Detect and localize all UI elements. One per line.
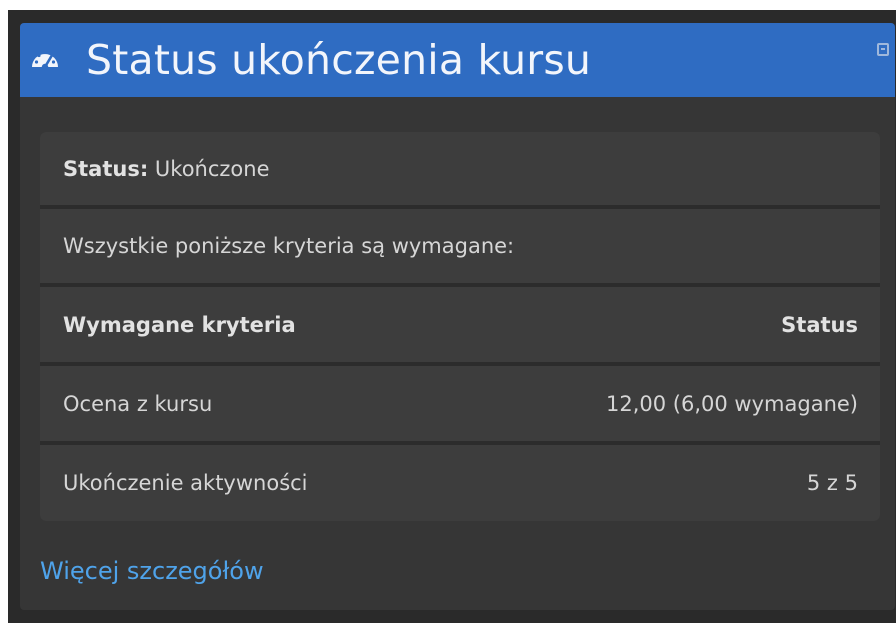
- status-column-header: Status: [781, 312, 858, 337]
- table-row: Ukończenie aktywności 5 z 5: [40, 445, 880, 521]
- requirement-note-row: Wszystkie poniższe kryteria są wymagane:: [40, 209, 880, 283]
- dashboard-gauge-icon: [29, 43, 61, 75]
- table-row: Ocena z kursu 12,00 (6,00 wymagane): [40, 366, 880, 441]
- criterion-name: Ukończenie aktywności: [63, 471, 308, 495]
- criterion-status: 5 z 5: [806, 471, 858, 495]
- status-text: Status: Ukończone: [63, 157, 270, 181]
- criterion-status: 12,00 (6,00 wymagane): [606, 391, 858, 416]
- more-details-link[interactable]: Więcej szczegółów: [40, 557, 264, 585]
- completion-criteria-table: Status: Ukończone Wszystkie poniższe kry…: [40, 132, 880, 521]
- status-row: Status: Ukończone: [40, 132, 880, 205]
- course-completion-status-block: Status ukończenia kursu Status: Ukończon…: [20, 23, 895, 610]
- criteria-column-header: Wymagane kryteria: [63, 312, 296, 337]
- collapse-minus-icon[interactable]: [877, 43, 889, 56]
- table-header-row: Wymagane kryteria Status: [40, 287, 880, 362]
- status-value: Ukończone: [154, 156, 270, 181]
- requirement-note: Wszystkie poniższe kryteria są wymagane:: [63, 234, 515, 258]
- block-header: Status ukończenia kursu: [20, 23, 895, 97]
- block-title: Status ukończenia kursu: [86, 36, 592, 84]
- status-label: Status:: [63, 156, 149, 181]
- criterion-name: Ocena z kursu: [63, 391, 213, 416]
